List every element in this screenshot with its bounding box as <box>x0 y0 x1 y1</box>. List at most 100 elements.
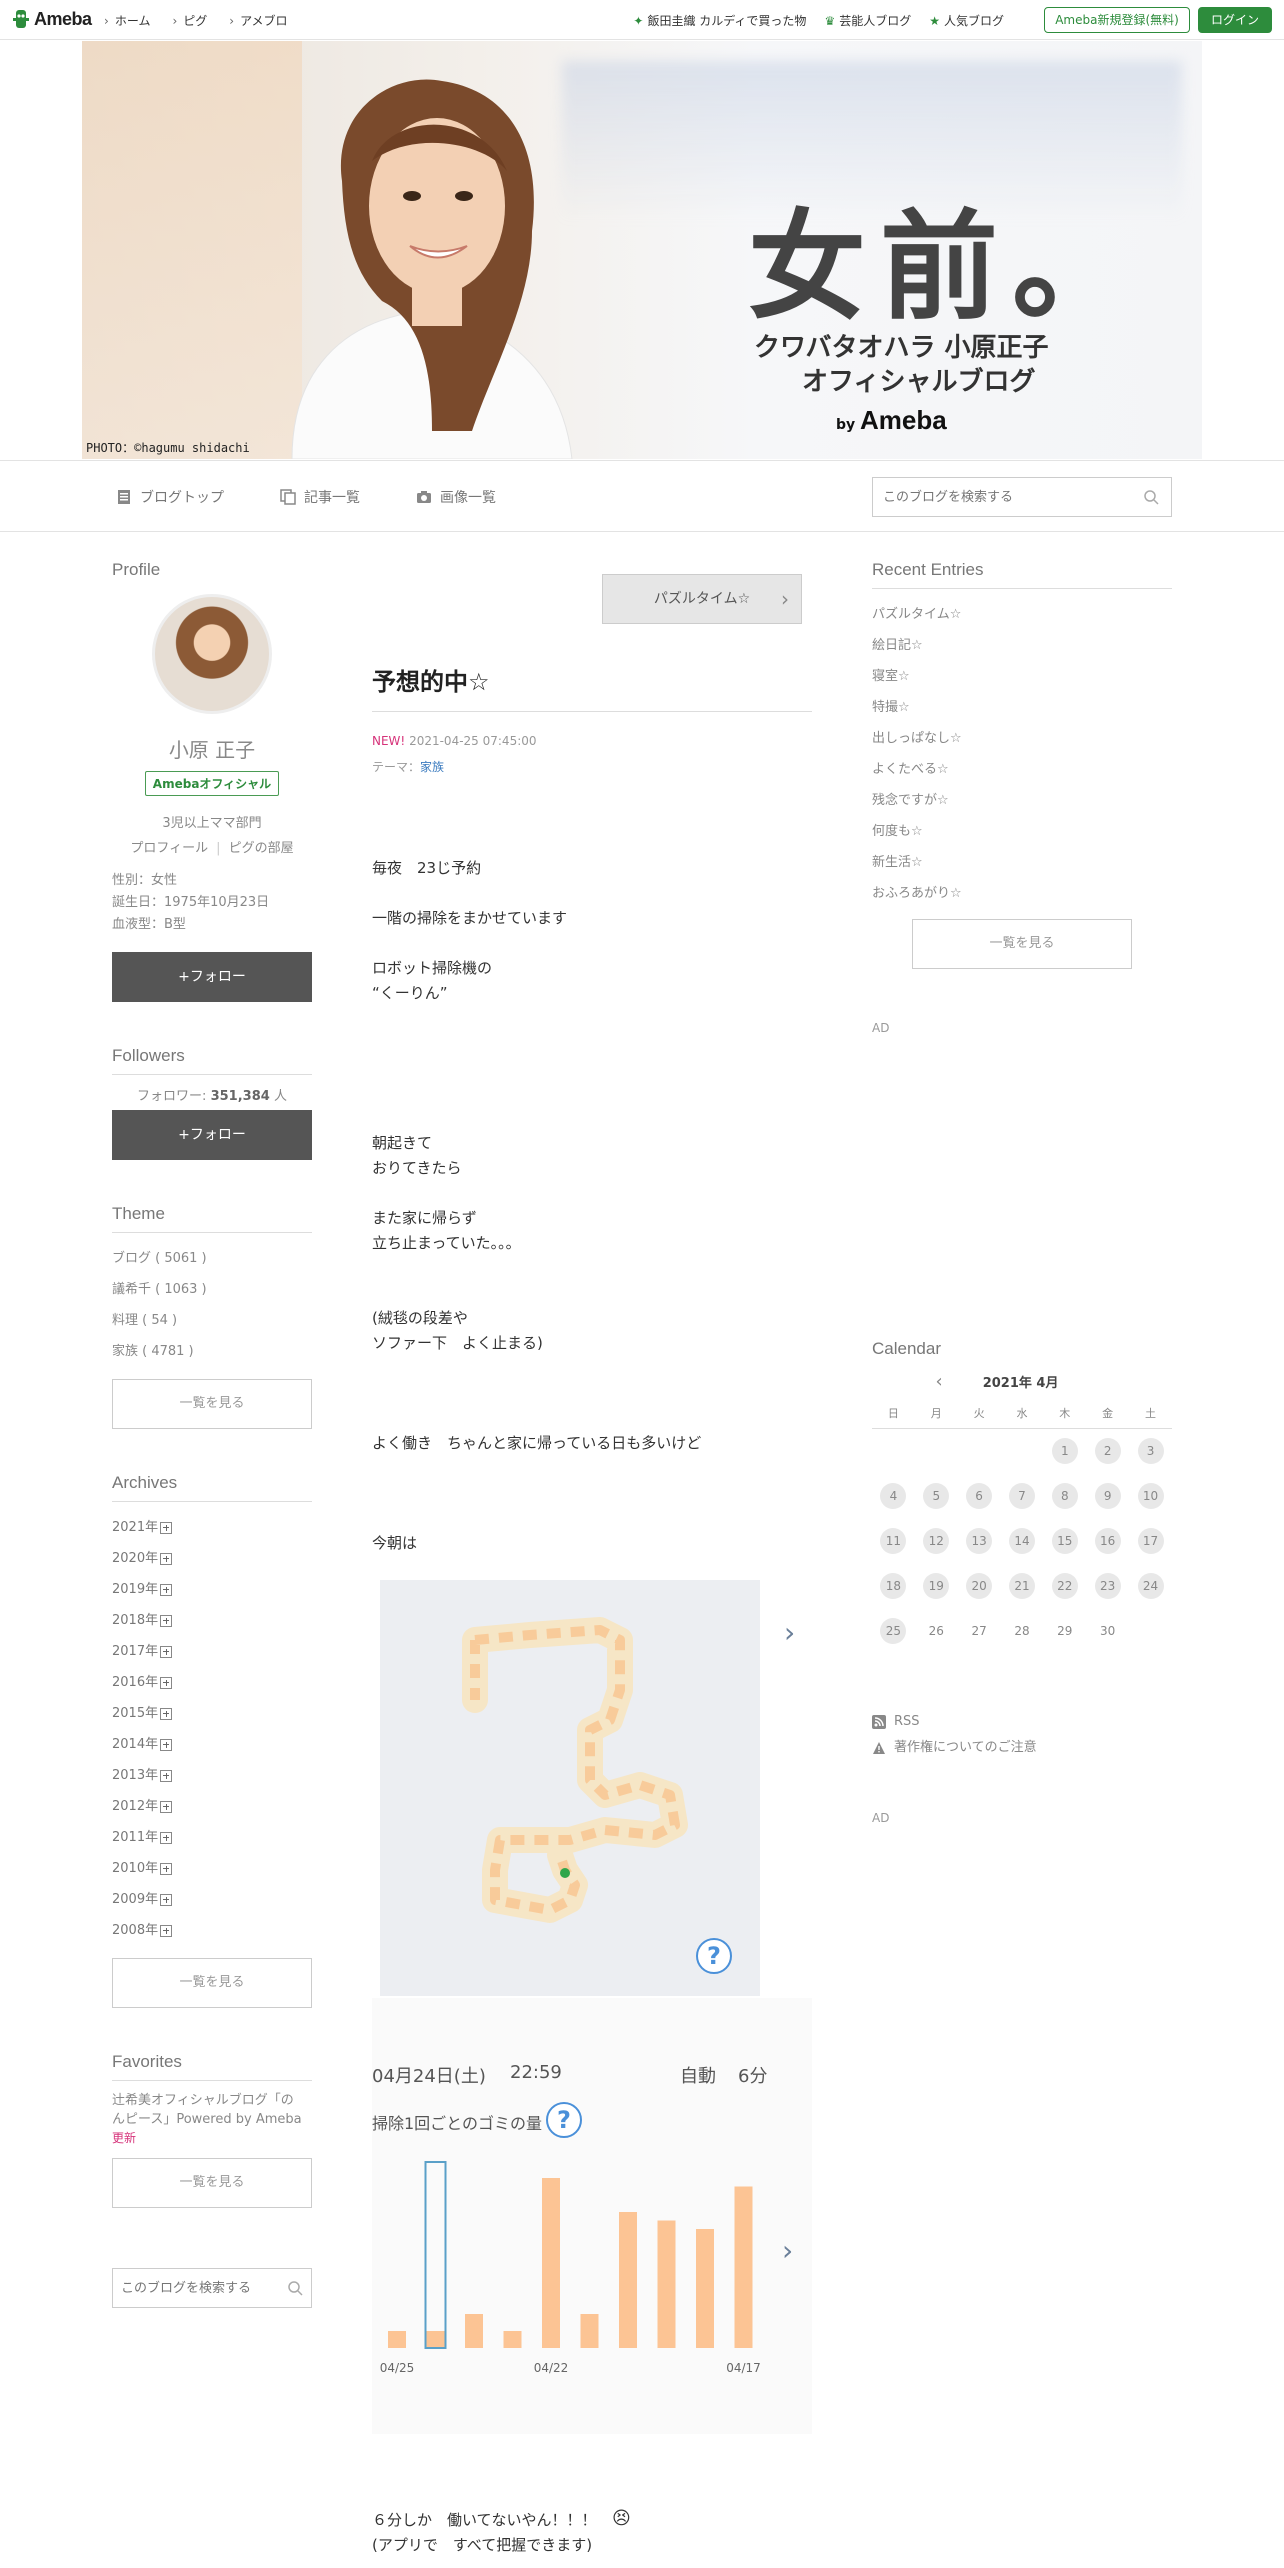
expand-plus-icon[interactable] <box>160 1893 173 1906</box>
chart-bar[interactable] <box>580 2314 599 2348</box>
calendar-day[interactable]: 19 <box>923 1572 950 1599</box>
chart-bar[interactable] <box>503 2331 522 2348</box>
chart-bar[interactable] <box>426 2331 445 2348</box>
recent-more-button[interactable]: 一覧を見る <box>912 919 1132 969</box>
expand-plus-icon[interactable] <box>160 1583 173 1596</box>
nav-ameblo-link[interactable]: アメブロ <box>229 12 287 29</box>
chart-bar[interactable] <box>388 2331 406 2348</box>
profile-link[interactable]: プロフィール <box>130 841 208 856</box>
chart-next-arrow[interactable]: › <box>782 2234 793 2267</box>
chart-bar[interactable] <box>696 2229 714 2348</box>
archive-year[interactable]: 2021年 <box>112 1512 312 1543</box>
avatar[interactable] <box>152 594 272 714</box>
expand-plus-icon[interactable] <box>160 1738 173 1751</box>
follow-button[interactable]: +フォロー <box>112 952 312 1002</box>
archive-year[interactable]: 2018年 <box>112 1605 312 1636</box>
search-icon[interactable] <box>287 2280 303 2296</box>
register-button[interactable]: Ameba新規登録(無料) <box>1044 7 1190 33</box>
calendar-day[interactable]: 10 <box>1137 1482 1164 1509</box>
recent-entry-link[interactable]: 寝室☆ <box>872 661 1172 692</box>
calendar-day[interactable]: 16 <box>1094 1527 1121 1554</box>
expand-plus-icon[interactable] <box>160 1924 173 1937</box>
recent-entry-link[interactable]: よくたべる☆ <box>872 754 1172 785</box>
expand-plus-icon[interactable] <box>160 1521 173 1534</box>
theme-item-2[interactable]: 議希千 ( 1063 ) <box>112 1274 312 1305</box>
calendar-day[interactable]: 9 <box>1094 1482 1121 1509</box>
expand-plus-icon[interactable] <box>160 1614 173 1627</box>
chart-bar[interactable] <box>619 2212 637 2348</box>
search-icon[interactable] <box>1143 489 1159 505</box>
sidebar-search-input[interactable] <box>113 2269 273 2307</box>
blog-search-input[interactable] <box>873 478 1123 516</box>
calendar-day[interactable]: 13 <box>966 1527 993 1554</box>
archive-year[interactable]: 2020年 <box>112 1543 312 1574</box>
subnav-image-list[interactable]: 画像一覧 <box>416 487 496 507</box>
expand-plus-icon[interactable] <box>160 1769 173 1782</box>
theme-item-cooking[interactable]: 料理 ( 54 ) <box>112 1305 312 1336</box>
pig-room-link[interactable]: ピグの部屋 <box>229 841 294 856</box>
recent-entry-link[interactable]: 何度も☆ <box>872 816 1172 847</box>
expand-plus-icon[interactable] <box>160 1707 173 1720</box>
calendar-day[interactable]: 12 <box>923 1527 950 1554</box>
calendar-prev-button[interactable]: ‹ <box>936 1371 943 1392</box>
chart-bar[interactable] <box>657 2220 676 2349</box>
calendar-day[interactable]: 15 <box>1051 1527 1078 1554</box>
archive-year[interactable]: 2014年 <box>112 1729 312 1760</box>
nav-home-link[interactable]: ホーム <box>104 12 151 29</box>
expand-plus-icon[interactable] <box>160 1831 173 1844</box>
expand-plus-icon[interactable] <box>160 1800 173 1813</box>
login-button[interactable]: ログイン <box>1198 7 1272 33</box>
nav-pig-link[interactable]: ピグ <box>172 12 207 29</box>
calendar-day[interactable]: 22 <box>1051 1572 1078 1599</box>
recent-entry-link[interactable]: 新生活☆ <box>872 847 1172 878</box>
calendar-day[interactable]: 25 <box>880 1617 907 1644</box>
profile-name[interactable]: 小原 正子 <box>112 734 312 763</box>
calendar-day[interactable]: 7 <box>1008 1482 1035 1509</box>
calendar-day[interactable]: 2 <box>1094 1437 1121 1464</box>
favorites-more-button[interactable]: 一覧を見る <box>112 2158 312 2208</box>
calendar-day[interactable]: 3 <box>1137 1437 1164 1464</box>
cleaning-map-image[interactable]: ? <box>380 1580 760 1996</box>
image-next-arrow[interactable]: › <box>784 1616 795 1649</box>
archive-year[interactable]: 2009年 <box>112 1884 312 1915</box>
archive-year[interactable]: 2013年 <box>112 1760 312 1791</box>
recent-entry-link[interactable]: 出しっぱなし☆ <box>872 723 1172 754</box>
theme-item-blog[interactable]: ブログ ( 5061 ) <box>112 1243 312 1274</box>
archive-year[interactable]: 2010年 <box>112 1853 312 1884</box>
help-icon[interactable]: ? <box>546 2102 582 2138</box>
archive-year[interactable]: 2012年 <box>112 1791 312 1822</box>
entry-title[interactable]: 予想的中☆ <box>372 662 812 712</box>
blog-header-banner[interactable]: 女前。 クワバタオハラ 小原正子 オフィシャルブログ by Ameba PHOT… <box>82 41 1202 459</box>
subnav-entry-list[interactable]: 記事一覧 <box>280 487 360 507</box>
chart-bar[interactable] <box>465 2314 483 2348</box>
calendar-day[interactable]: 24 <box>1137 1572 1164 1599</box>
recent-entry-link[interactable]: 残念ですが☆ <box>872 785 1172 816</box>
favorite-blog-link[interactable]: 辻希美オフィシャルブログ「の んピース」Powered by Ameba <box>112 2091 312 2129</box>
theme-item-family[interactable]: 家族 ( 4781 ) <box>112 1336 312 1367</box>
recent-entry-link[interactable]: 特撮☆ <box>872 692 1172 723</box>
next-entry-button[interactable]: パズルタイム☆ › <box>602 574 802 624</box>
calendar-day[interactable]: 6 <box>966 1482 993 1509</box>
header-link-celebrity[interactable]: ♛ 芸能人ブログ <box>824 12 911 29</box>
header-link-popular[interactable]: ★ 人気ブログ <box>929 12 1004 29</box>
recent-entry-link[interactable]: パズルタイム☆ <box>872 599 1172 630</box>
rss-link[interactable]: RSS <box>872 1709 1172 1735</box>
calendar-day[interactable]: 5 <box>923 1482 950 1509</box>
follow-button-2[interactable]: +フォロー <box>112 1110 312 1160</box>
expand-plus-icon[interactable] <box>160 1862 173 1875</box>
archive-year[interactable]: 2019年 <box>112 1574 312 1605</box>
archive-year[interactable]: 2016年 <box>112 1667 312 1698</box>
calendar-day[interactable]: 14 <box>1008 1527 1035 1554</box>
chart-bar[interactable] <box>734 2186 753 2349</box>
archives-more-button[interactable]: 一覧を見る <box>112 1958 312 2008</box>
ameba-logo[interactable]: Ameba <box>12 8 92 30</box>
archive-year[interactable]: 2011年 <box>112 1822 312 1853</box>
archive-year[interactable]: 2008年 <box>112 1915 312 1946</box>
expand-plus-icon[interactable] <box>160 1645 173 1658</box>
calendar-day[interactable]: 23 <box>1094 1572 1121 1599</box>
help-icon[interactable]: ? <box>696 1938 732 1974</box>
calendar-day[interactable]: 1 <box>1051 1437 1078 1464</box>
recent-entry-link[interactable]: おふろあがり☆ <box>872 878 1172 909</box>
header-link-trending[interactable]: ✦ 飯田圭織 カルディで買った物 <box>633 12 806 29</box>
calendar-day[interactable]: 4 <box>880 1482 907 1509</box>
